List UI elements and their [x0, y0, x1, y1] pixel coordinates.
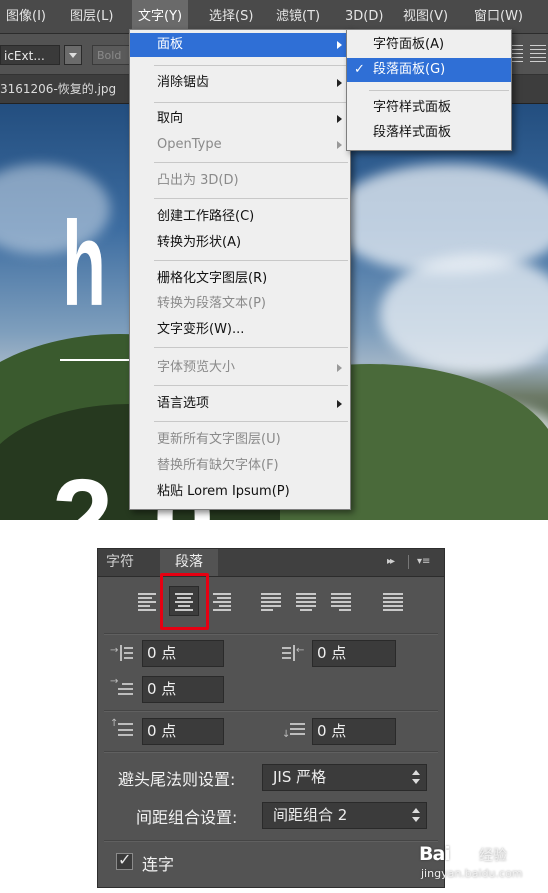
panel-divider — [104, 840, 438, 842]
indent-right-input[interactable]: 0 点 — [312, 640, 396, 667]
submenu-arrow-icon — [337, 141, 342, 149]
justify-all-icon[interactable] — [383, 591, 403, 611]
align-justify-icon[interactable] — [530, 45, 546, 63]
menu-separator — [154, 347, 348, 348]
menu-separator — [154, 385, 348, 386]
canvas-large-text-top: h — [62, 197, 106, 331]
menu-item-create-work-path[interactable]: 创建工作路径(C) — [130, 205, 350, 229]
menu-item-font-preview-size[interactable]: 字体预览大小 — [130, 356, 350, 380]
submenu-item-character-panel[interactable]: 字符面板(A) — [347, 33, 511, 57]
menu-separator — [154, 421, 348, 422]
watermark-name: 经验 — [479, 848, 507, 864]
mojikumi-label: 间距组合设置: — [136, 808, 238, 827]
font-family-select[interactable]: icExt... — [0, 45, 60, 65]
submenu-item-character-styles-panel[interactable]: 字符样式面板 — [347, 96, 511, 120]
panel-divider — [104, 751, 438, 753]
submenu-arrow-icon — [337, 364, 342, 372]
document-tab-title[interactable]: 3161206-恢复的.jpg — [0, 75, 116, 103]
submenu-arrow-icon — [337, 41, 342, 49]
submenu-item-paragraph-styles-panel[interactable]: 段落样式面板 — [347, 121, 511, 145]
watermark-logo-text: Bai — [419, 843, 451, 865]
space-before-icon: ↑ — [110, 718, 134, 741]
indent-right-icon: ← — [282, 643, 306, 663]
menu-separator — [154, 65, 348, 66]
indent-first-line-input[interactable]: 0 点 — [142, 676, 224, 703]
hyphenate-label: 连字 — [142, 855, 175, 874]
menu-item-language-options[interactable]: 语言选项 — [130, 392, 350, 416]
menu-item-update-all-text-layers[interactable]: 更新所有文字图层(U) — [130, 428, 350, 452]
menu-item-opentype[interactable]: OpenType — [130, 133, 350, 157]
baidu-jingyan-watermark: Bai 经验 jingyan.baidu.com — [419, 835, 544, 891]
menu-item-rasterize-type-layer[interactable]: 栅格化文字图层(R) — [130, 267, 350, 291]
panel-divider — [104, 633, 438, 635]
menu-separator — [154, 102, 348, 103]
tab-character[interactable]: 字符 — [106, 549, 150, 576]
menu-item-convert-to-paragraph-text[interactable]: 转换为段落文本(P) — [130, 292, 350, 316]
submenu-arrow-icon — [337, 79, 342, 87]
type-menu-dropdown: 面板 消除锯齿 取向 OpenType 凸出为 3D(D) 创建工作路径(C) … — [129, 29, 351, 510]
cloud-shape — [380, 254, 548, 374]
indent-left-input[interactable]: 0 点 — [142, 640, 224, 667]
submenu-arrow-icon — [337, 400, 342, 408]
photoshop-screenshot-type-menu: 图像(I) 图层(L) 文字(Y) 选择(S) 滤镜(T) 3D(D) 视图(V… — [0, 0, 548, 520]
annotation-highlight-box — [160, 573, 209, 630]
font-family-dropdown-button[interactable] — [64, 45, 82, 65]
canvas-underline — [60, 359, 140, 361]
space-after-input[interactable]: 0 点 — [312, 718, 396, 745]
align-right-icon[interactable] — [211, 591, 231, 611]
mojikumi-dropdown[interactable]: 间距组合 2 — [262, 802, 427, 829]
menu-image[interactable]: 图像(I) — [6, 0, 46, 33]
menu-item-warp-text[interactable]: 文字变形(W)... — [130, 318, 350, 342]
indent-left-icon: → — [110, 643, 134, 663]
menu-separator — [369, 90, 509, 91]
menu-separator — [154, 260, 348, 261]
menu-item-convert-to-shape[interactable]: 转换为形状(A) — [130, 231, 350, 255]
tab-divider — [408, 555, 409, 569]
menu-item-orientation[interactable]: 取向 — [130, 107, 350, 131]
panels-submenu: 字符面板(A) ✓ 段落面板(G) 字符样式面板 段落样式面板 — [346, 29, 512, 151]
panel-menu-icon[interactable]: ▾≡ — [417, 555, 437, 569]
panel-divider — [104, 710, 438, 712]
collapse-panel-icon[interactable]: ▸▸ — [387, 556, 395, 567]
submenu-arrow-icon — [337, 115, 342, 123]
kinsoku-value: JIS 严格 — [273, 768, 327, 786]
menu-layer[interactable]: 图层(L) — [70, 0, 113, 33]
checkmark-icon: ✓ — [354, 62, 365, 77]
align-left-icon[interactable] — [138, 591, 158, 611]
submenu-item-paragraph-panel[interactable]: ✓ 段落面板(G) — [347, 58, 511, 82]
kinsoku-label: 避头尾法则设置: — [118, 770, 236, 789]
mojikumi-value: 间距组合 2 — [273, 806, 348, 824]
menu-separator — [154, 198, 348, 199]
paw-icon — [454, 839, 475, 860]
justify-last-center-icon[interactable] — [296, 591, 316, 611]
paragraph-panel: 字符 段落 ▸▸ ▾≡ → 0 点 ← 0 点 → 0 点 ↑ 0 点 ↓ 0 … — [97, 548, 445, 888]
menu-separator — [154, 162, 348, 163]
kinsoku-dropdown[interactable]: JIS 严格 — [262, 764, 427, 791]
watermark-url: jingyan.baidu.com — [421, 867, 523, 880]
menu-item-panels[interactable]: 面板 — [130, 33, 350, 57]
updown-arrows-icon — [412, 770, 420, 784]
tab-paragraph[interactable]: 段落 — [160, 549, 218, 576]
checkmark-icon: ✓ — [118, 850, 132, 869]
menu-item-paste-lorem-ipsum[interactable]: 粘贴 Lorem Ipsum(P) — [130, 480, 350, 504]
space-before-input[interactable]: 0 点 — [142, 718, 224, 745]
panel-tab-bar: 字符 段落 ▸▸ ▾≡ — [98, 549, 444, 577]
menu-item-extrude-3d[interactable]: 凸出为 3D(D) — [130, 169, 350, 193]
menu-item-anti-alias[interactable]: 消除锯齿 — [130, 71, 350, 95]
menu-item-replace-missing-fonts[interactable]: 替换所有缺欠字体(F) — [130, 454, 350, 478]
indent-first-line-icon: → — [110, 676, 134, 699]
updown-arrows-icon — [412, 808, 420, 822]
font-style-select[interactable]: Bold — [92, 45, 132, 65]
justify-last-left-icon[interactable] — [261, 591, 281, 611]
justify-last-right-icon[interactable] — [331, 591, 351, 611]
space-after-icon: ↓ — [282, 721, 306, 741]
hyphenate-checkbox[interactable]: ✓ — [116, 850, 133, 870]
